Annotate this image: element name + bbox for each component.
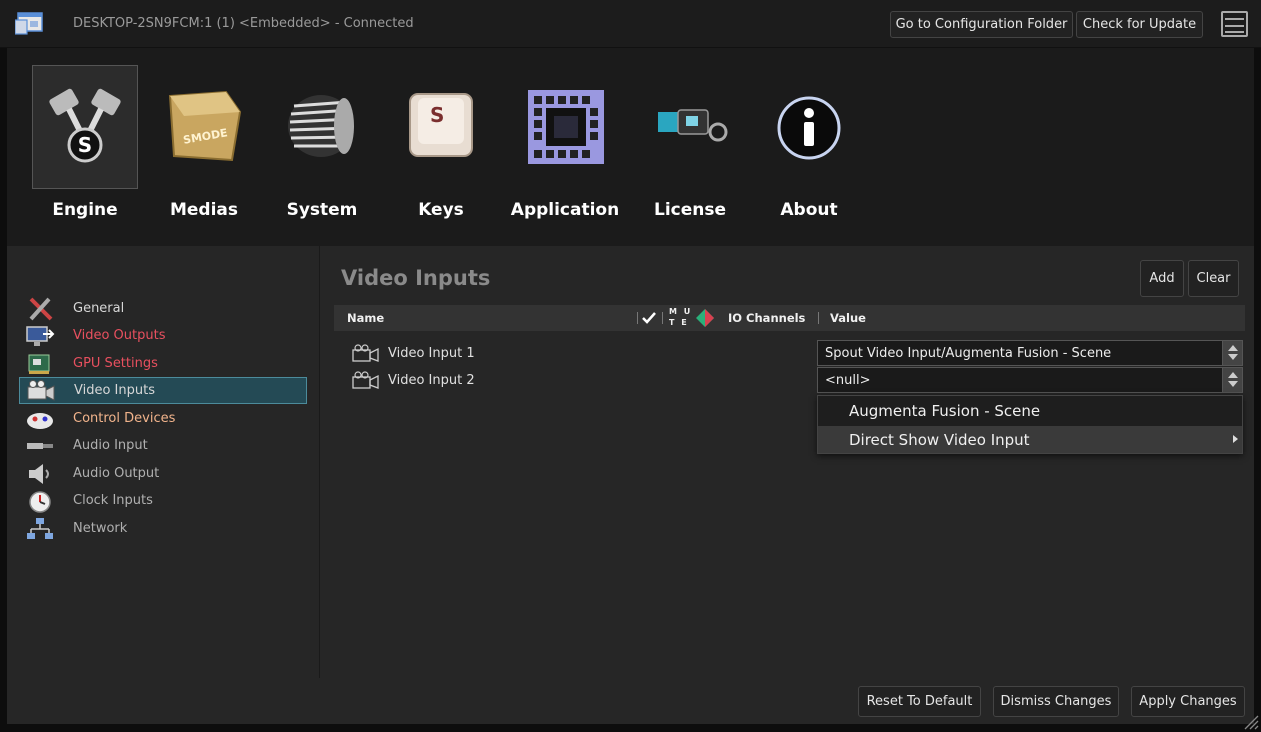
check-for-update-button[interactable]: Check for Update	[1076, 11, 1203, 38]
io-channels-color-icon	[696, 309, 714, 327]
select-value: <null>	[825, 372, 871, 388]
sidebar-item-label: Audio Input	[73, 438, 148, 453]
category-about[interactable]: About	[749, 48, 869, 246]
monitor-arrow-icon	[26, 325, 55, 346]
sidebar-item-network[interactable]: Network	[19, 515, 307, 542]
category-medias[interactable]: SMODE Medias	[144, 48, 264, 246]
column-name: Name	[347, 311, 385, 325]
svg-text:S: S	[78, 133, 92, 157]
category-about-label: About	[780, 200, 838, 220]
sidebar-item-gpu-settings[interactable]: GPU Settings	[19, 350, 307, 377]
category-system-label: System	[286, 200, 358, 220]
application-chip-icon	[528, 90, 604, 164]
video-input-1-value-select[interactable]: Spout Video Input/Augmenta Fusion - Scen…	[817, 340, 1243, 366]
category-engine-label: Engine	[52, 200, 118, 220]
about-info-icon	[777, 96, 841, 160]
sidebar-item-label: Audio Output	[73, 466, 160, 481]
spinner-arrows-icon[interactable]	[1222, 368, 1242, 392]
category-medias-label: Medias	[169, 200, 239, 220]
column-mute-top: M U	[669, 307, 693, 316]
category-engine[interactable]: S Engine	[25, 48, 145, 246]
clear-button[interactable]: Clear	[1188, 260, 1239, 297]
row-name: Video Input 2	[388, 372, 475, 388]
column-value: Value	[830, 311, 866, 325]
camera-icon	[352, 344, 379, 362]
sidebar-item-label: Network	[73, 521, 128, 536]
resize-grip-icon[interactable]	[1241, 712, 1259, 730]
network-icon	[27, 517, 53, 539]
sidebar-item-label: Clock Inputs	[73, 493, 153, 508]
row-name: Video Input 1	[388, 345, 475, 361]
spinner-arrows-icon[interactable]	[1222, 341, 1242, 365]
category-license-label: License	[653, 200, 727, 220]
video-input-2-value-select[interactable]: <null>	[817, 367, 1243, 393]
sidebar-item-label: GPU Settings	[73, 356, 158, 371]
sidebar-item-label: Video Inputs	[74, 383, 155, 398]
license-usb-key-icon	[658, 109, 728, 142]
title-bar: DESKTOP-2SN9FCM:1 (1) <Embedded> - Conne…	[0, 0, 1261, 48]
sidebar-item-audio-output[interactable]: Audio Output	[19, 460, 307, 487]
audio-jack-icon	[27, 442, 53, 449]
dismiss-changes-button[interactable]: Dismiss Changes	[993, 686, 1119, 717]
medias-icon: SMODE	[168, 90, 242, 162]
sidebar-item-clock-inputs[interactable]: Clock Inputs	[19, 487, 307, 514]
panel-title: Video Inputs	[341, 266, 491, 290]
apply-changes-button[interactable]: Apply Changes	[1131, 686, 1245, 717]
settings-sidebar: General Video Outputs GPU Settings Video…	[7, 246, 320, 678]
main-panel: General Video Outputs GPU Settings Video…	[7, 246, 1254, 724]
sidebar-item-label: Control Devices	[73, 411, 176, 426]
category-keys-label: Keys	[418, 200, 464, 220]
layout-toggle-icon[interactable]	[1221, 11, 1248, 37]
dropdown-item-label: Direct Show Video Input	[849, 430, 1030, 449]
category-application[interactable]: Application	[505, 48, 625, 246]
camera-icon	[27, 379, 55, 401]
app-window-icon	[15, 12, 43, 35]
column-io-channels: IO Channels	[728, 311, 806, 325]
add-button[interactable]: Add	[1140, 260, 1184, 297]
value-dropdown-menu: Augmenta Fusion - Scene Direct Show Vide…	[817, 395, 1243, 454]
speaker-icon	[29, 463, 49, 484]
table-header: Name M U T E IO Channels Value	[334, 305, 1245, 331]
category-license[interactable]: License	[630, 48, 750, 246]
category-system[interactable]: System	[262, 48, 382, 246]
keys-keycap-icon: S	[409, 93, 473, 157]
camera-icon	[352, 371, 379, 389]
sidebar-item-video-inputs[interactable]: Video Inputs	[19, 377, 307, 404]
reset-to-default-button[interactable]: Reset To Default	[858, 686, 981, 717]
table-row[interactable]: Video Input 2	[351, 369, 475, 391]
engine-pistons-icon: S	[49, 88, 121, 163]
window-title: DESKTOP-2SN9FCM:1 (1) <Embedded> - Conne…	[73, 16, 414, 31]
clock-icon	[29, 490, 51, 513]
sidebar-item-label: General	[73, 301, 125, 316]
gpu-board-icon	[28, 354, 50, 374]
control-device-icon	[27, 412, 53, 429]
submenu-arrow-icon	[1233, 435, 1238, 443]
go-to-configuration-folder-button[interactable]: Go to Configuration Folder	[890, 11, 1073, 38]
sidebar-item-general[interactable]: General	[19, 295, 307, 322]
category-application-label: Application	[510, 200, 620, 220]
category-bar: S Engine SMODE Medias System S Keys Appl…	[7, 48, 1254, 246]
dropdown-item-augmenta-fusion-scene[interactable]: Augmenta Fusion - Scene	[818, 397, 1242, 424]
sidebar-item-label: Video Outputs	[73, 328, 166, 343]
system-heatsink-icon	[288, 95, 354, 157]
column-mute-bottom: T E	[669, 318, 689, 327]
sidebar-item-video-outputs[interactable]: Video Outputs	[19, 322, 307, 349]
dropdown-item-direct-show-video-input[interactable]: Direct Show Video Input	[818, 426, 1242, 453]
sidebar-item-audio-input[interactable]: Audio Input	[19, 432, 307, 459]
select-value: Spout Video Input/Augmenta Fusion - Scen…	[825, 345, 1112, 361]
sidebar-item-control-devices[interactable]: Control Devices	[19, 405, 307, 432]
category-keys[interactable]: S Keys	[381, 48, 501, 246]
tools-icon	[29, 297, 53, 320]
checkmark-icon	[642, 312, 656, 324]
svg-text:S: S	[430, 103, 444, 127]
table-row[interactable]: Video Input 1	[351, 342, 475, 364]
